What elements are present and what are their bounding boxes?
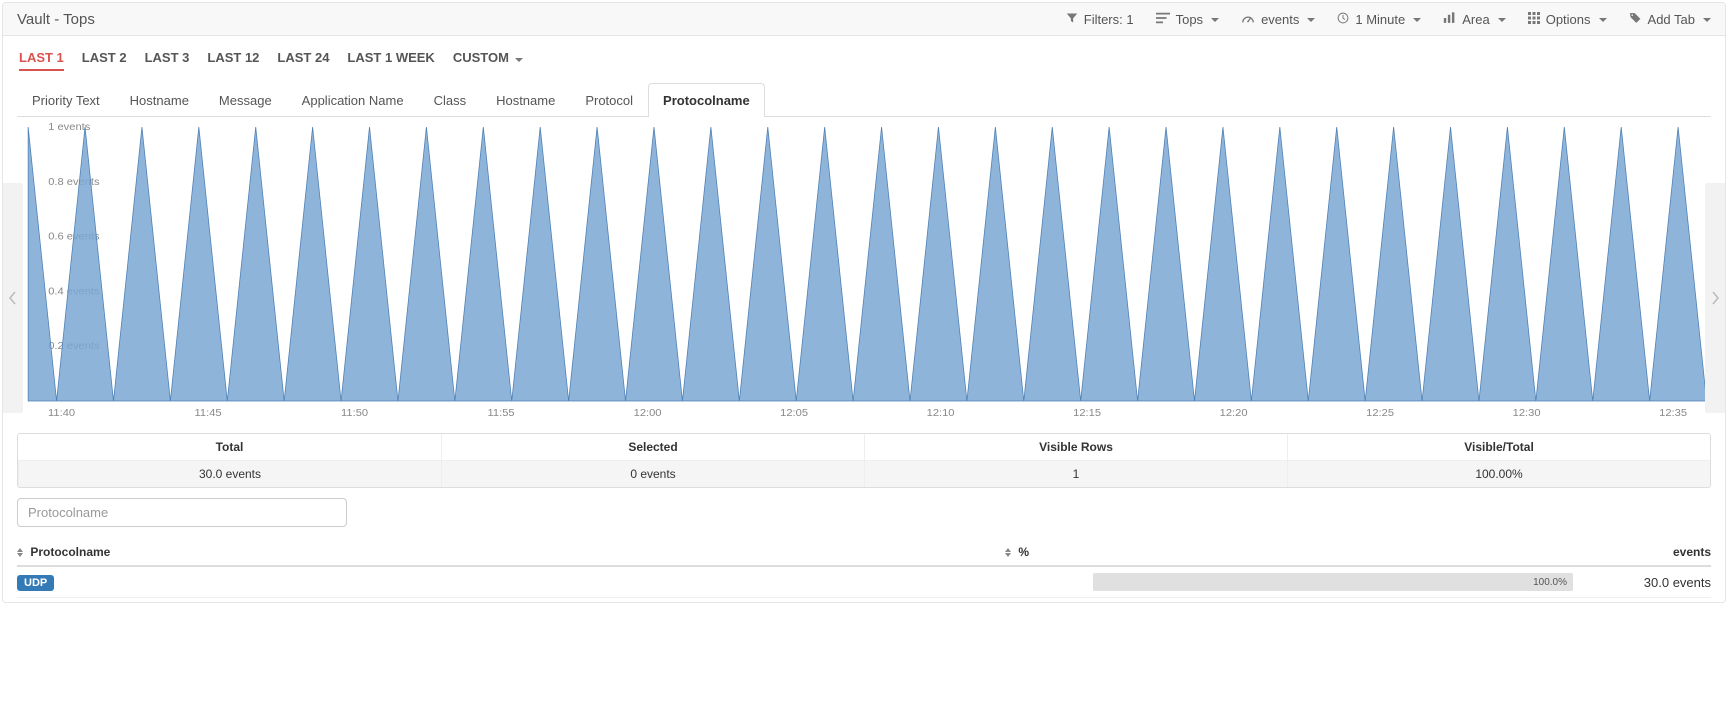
events-dropdown[interactable]: events <box>1241 12 1315 27</box>
svg-text:12:05: 12:05 <box>780 407 808 418</box>
svg-text:12:00: 12:00 <box>634 407 662 418</box>
col-tab-protocol[interactable]: Protocol <box>570 83 648 117</box>
summary-header: Total <box>18 434 441 461</box>
tag-icon <box>1629 12 1642 27</box>
caret-down-icon <box>1498 18 1506 22</box>
page-title: Vault - Tops <box>17 11 95 28</box>
events-label: events <box>1261 12 1299 27</box>
summary-value: 1 <box>864 461 1287 487</box>
col-events[interactable]: events <box>1581 545 1711 559</box>
summary-header: Visible Rows <box>864 434 1287 461</box>
area-dropdown[interactable]: Area <box>1443 12 1505 27</box>
table-header: Protocolname % events <box>17 545 1711 567</box>
caret-down-icon <box>1413 18 1421 22</box>
summary-header: Selected <box>441 434 864 461</box>
area-chart: 0.2 events0.4 events0.6 events0.8 events… <box>17 121 1711 421</box>
summary-value: 0 events <box>441 461 864 487</box>
svg-text:11:50: 11:50 <box>341 407 368 418</box>
clock-icon <box>1337 12 1349 27</box>
col-protocolname[interactable]: Protocolname <box>17 545 997 559</box>
time-tab-custom[interactable]: CUSTOM <box>453 50 523 71</box>
col-tab-application-name[interactable]: Application Name <box>287 83 419 117</box>
col-tab-hostname[interactable]: Hostname <box>481 83 570 117</box>
svg-text:0.8 events: 0.8 events <box>48 176 99 187</box>
col-tab-protocolname[interactable]: Protocolname <box>648 83 765 117</box>
caret-down-icon <box>1211 18 1219 22</box>
chart-icon <box>1443 12 1456 27</box>
summary-value: 30.0 events <box>18 461 441 487</box>
protocolname-filter-input[interactable] <box>17 498 347 527</box>
percent-label: 100.0% <box>1533 577 1567 588</box>
sort-icon <box>17 548 23 557</box>
col-tab-priority-text[interactable]: Priority Text <box>17 83 115 117</box>
protocol-badge: UDP <box>17 575 54 591</box>
main-panel: LAST 1 LAST 2 LAST 3 LAST 12 LAST 24 LAST 1 W… <box>2 36 1726 603</box>
summary-stats: TotalSelectedVisible RowsVisible/Total 30… <box>17 433 1711 488</box>
time-range-tabs: LAST 1 LAST 2 LAST 3 LAST 12 LAST 24 LAST 1 W… <box>3 36 1725 77</box>
summary-value: 100.00% <box>1287 461 1710 487</box>
svg-text:12:10: 12:10 <box>927 407 955 418</box>
time-tab-last-3[interactable]: LAST 3 <box>145 50 190 71</box>
time-tab-last-1-week[interactable]: LAST 1 WEEK <box>347 50 434 71</box>
chevron-right-icon <box>1710 290 1720 306</box>
tops-label: Tops <box>1176 12 1203 27</box>
svg-text:12:15: 12:15 <box>1073 407 1101 418</box>
svg-text:11:55: 11:55 <box>488 407 515 418</box>
summary-header: Visible/Total <box>1287 434 1710 461</box>
svg-text:12:20: 12:20 <box>1220 407 1248 418</box>
chart-next-button[interactable] <box>1705 183 1725 413</box>
filters-button[interactable]: Filters: 1 <box>1066 12 1134 27</box>
svg-text:12:25: 12:25 <box>1366 407 1394 418</box>
add-tab-dropdown[interactable]: Add Tab <box>1629 12 1711 27</box>
chart-zone: 0.2 events0.4 events0.6 events0.8 events… <box>17 121 1711 421</box>
time-tab-last-2[interactable]: LAST 2 <box>82 50 127 71</box>
grid-icon <box>1528 12 1540 27</box>
gauge-icon <box>1241 12 1255 27</box>
caret-down-icon <box>1599 18 1607 22</box>
options-dropdown[interactable]: Options <box>1528 12 1607 27</box>
tops-dropdown[interactable]: Tops <box>1156 12 1219 27</box>
interval-dropdown[interactable]: 1 Minute <box>1337 12 1421 27</box>
events-value: 30.0 events <box>1581 575 1711 590</box>
bars-icon <box>1156 12 1170 27</box>
caret-down-icon <box>1703 18 1711 22</box>
area-label: Area <box>1462 12 1489 27</box>
svg-text:1 events: 1 events <box>48 121 90 132</box>
filter-row <box>17 498 1711 527</box>
percent-bar: 100.0% <box>1093 573 1573 591</box>
col-tab-class[interactable]: Class <box>419 83 482 117</box>
svg-text:12:35: 12:35 <box>1659 407 1687 418</box>
topbar: Vault - Tops Filters: 1 Tops events <box>2 2 1726 36</box>
options-label: Options <box>1546 12 1591 27</box>
caret-down-icon <box>515 58 523 62</box>
filter-icon <box>1066 12 1078 27</box>
svg-text:12:30: 12:30 <box>1513 407 1541 418</box>
time-tab-last-1[interactable]: LAST 1 <box>19 50 64 71</box>
caret-down-icon <box>1307 18 1315 22</box>
svg-text:11:45: 11:45 <box>195 407 222 418</box>
chevron-left-icon <box>8 290 18 306</box>
topbar-right: Filters: 1 Tops events 1 Minute <box>1066 12 1711 27</box>
col-tab-hostname[interactable]: Hostname <box>115 83 204 117</box>
column-tabs: Priority TextHostnameMessageApplication … <box>17 83 1711 117</box>
interval-label: 1 Minute <box>1355 12 1405 27</box>
time-tab-last-24[interactable]: LAST 24 <box>277 50 329 71</box>
add-tab-label: Add Tab <box>1648 12 1695 27</box>
filters-label: Filters: 1 <box>1084 12 1134 27</box>
time-tab-last-12[interactable]: LAST 12 <box>207 50 259 71</box>
col-tab-message[interactable]: Message <box>204 83 287 117</box>
data-table: Protocolname % events UDP 100.0% 30.0 even… <box>17 545 1711 598</box>
col-pct[interactable]: % <box>1005 545 1085 559</box>
chart-prev-button[interactable] <box>3 183 23 413</box>
table-row[interactable]: UDP 100.0% 30.0 events <box>17 567 1711 598</box>
sort-icon <box>1005 548 1011 557</box>
svg-text:11:40: 11:40 <box>48 407 75 418</box>
